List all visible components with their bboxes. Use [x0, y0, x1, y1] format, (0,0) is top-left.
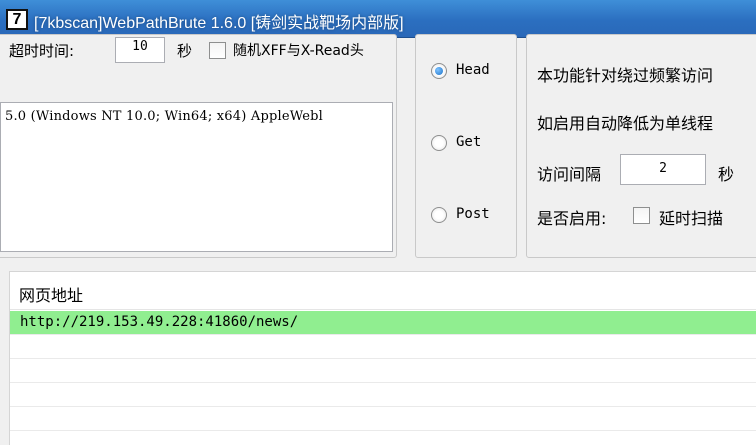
- interval-unit: 秒: [718, 165, 735, 184]
- table-row[interactable]: http://219.153.49.228:41860/news/: [10, 311, 756, 335]
- random-xff-checkbox[interactable]: [209, 42, 226, 59]
- random-xff-label: 随机XFF与X-Read头: [233, 43, 364, 59]
- delay-scan-checkbox[interactable]: [633, 207, 650, 224]
- radio-head-label[interactable]: Head: [456, 62, 490, 78]
- interval-input[interactable]: 2: [620, 154, 706, 185]
- column-header-label: 网页地址: [19, 286, 84, 305]
- delay-scan-label: 延时扫描: [659, 209, 724, 228]
- timeout-unit: 秒: [177, 42, 193, 60]
- throttle-desc-2: 如启用自动降低为单线程: [537, 114, 714, 133]
- radio-post[interactable]: [431, 207, 447, 223]
- user-agent-text: 5.0 (Windows NT 10.0; Win64; x64) AppleW…: [5, 109, 324, 124]
- app-icon: 7: [6, 9, 28, 30]
- window-title: [7kbscan]WebPathBrute 1.6.0 [铸剑实战靶场内部版]: [34, 15, 404, 32]
- results-list[interactable]: 网页地址 http://219.153.49.228:41860/news/: [10, 271, 756, 445]
- title-bar[interactable]: 7 [7kbscan]WebPathBrute 1.6.0 [铸剑实战靶场内部版…: [0, 0, 756, 38]
- interval-label: 访问间隔: [537, 165, 602, 184]
- radio-head[interactable]: [431, 63, 447, 79]
- user-agent-textarea[interactable]: 5.0 (Windows NT 10.0; Win64; x64) AppleW…: [0, 102, 393, 252]
- empty-row: [10, 407, 756, 431]
- list-left-border: [0, 271, 10, 445]
- timeout-label: 超时时间:: [9, 42, 75, 60]
- empty-row: [10, 359, 756, 383]
- empty-row: [10, 335, 756, 359]
- column-header-url[interactable]: 网页地址: [10, 272, 756, 310]
- timeout-input[interactable]: 10: [115, 37, 165, 63]
- radio-get-label[interactable]: Get: [456, 134, 481, 150]
- radio-post-label[interactable]: Post: [456, 206, 490, 222]
- radio-get[interactable]: [431, 135, 447, 151]
- empty-row: [10, 383, 756, 407]
- row-url: http://219.153.49.228:41860/news/: [20, 314, 299, 330]
- enable-label: 是否启用:: [537, 209, 607, 228]
- throttle-desc-1: 本功能针对绕过频繁访问: [537, 66, 714, 85]
